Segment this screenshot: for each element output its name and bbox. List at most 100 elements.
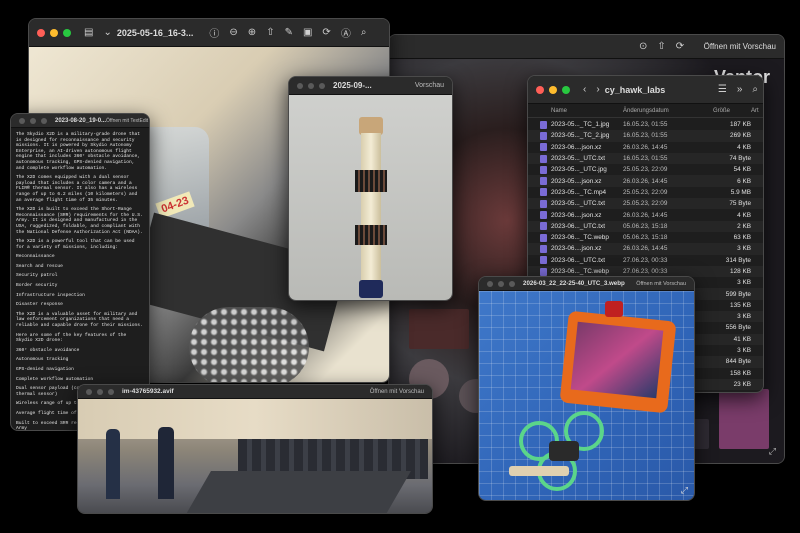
person (158, 427, 174, 499)
file-size: 135 KB (730, 301, 751, 309)
preview-window-event[interactable]: im-43765932.avif Öffnen mit Vorschau (77, 384, 433, 514)
zoom-button[interactable] (562, 85, 570, 94)
zoom-button[interactable] (509, 280, 515, 287)
preview-window-stick[interactable]: 2025-09-... Vorschau (288, 76, 453, 301)
crop-icon[interactable]: ▣ (303, 27, 312, 38)
rotate-icon[interactable]: ⟳ (322, 27, 330, 38)
zoom-button[interactable] (319, 82, 325, 89)
window-controls[interactable] (536, 85, 570, 94)
window-controls[interactable] (297, 82, 325, 89)
file-name: 2023-05..._TC_2.jpg (551, 132, 610, 140)
share-icon[interactable]: ⇧ (266, 27, 274, 38)
chevron-down-icon[interactable]: ⌄ (103, 27, 111, 38)
close-button[interactable] (37, 28, 45, 37)
more-icon[interactable]: » (737, 84, 743, 95)
rotate-icon[interactable]: ⟳ (676, 41, 684, 52)
minimize-button[interactable] (549, 85, 557, 94)
titlebar[interactable]: ‹ › cy_hawk_labs ☰ » ⌕ (528, 76, 763, 104)
file-row[interactable]: 2023-06....json.xz 26.03.26, 14:45 4 KB (528, 209, 763, 220)
file-name: 2023-05....json.xz (551, 177, 602, 185)
open-with-button[interactable]: Öffnen mit Vorschau (370, 389, 424, 395)
file-icon (540, 188, 547, 197)
zoom-button[interactable] (63, 28, 71, 37)
titlebar[interactable]: ▤ ⌄ 2025-05-16_16-3... ⓘ ⊖ ⊕ ⇧ ✎ ▣ ⟳ Ⓐ ⌕ (29, 19, 389, 47)
close-button[interactable] (487, 280, 493, 287)
markup-icon[interactable]: Ⓐ (341, 25, 351, 40)
open-with-button[interactable]: Öffnen mit Vorschau (704, 42, 776, 51)
preview-window-drone[interactable]: 2026-03_22_22-25-40_UTC_3.webp Öffnen mi… (478, 276, 695, 501)
file-icon (540, 233, 547, 242)
markup-pen-icon[interactable]: ✎ (285, 27, 293, 38)
file-row[interactable]: 2023-05..._UTC.jpg 25.05.23, 22:09 54 KB (528, 164, 763, 175)
search-icon[interactable]: ⌕ (361, 27, 367, 38)
titlebar[interactable]: im-43765932.avif Öffnen mit Vorschau (78, 385, 432, 399)
file-row[interactable]: 2023-05..._UTC.txt 16.05.23, 01:55 74 Byte (528, 152, 763, 165)
zoom-button[interactable] (41, 117, 47, 124)
titlebar[interactable]: 2025-09-... Vorschau (289, 77, 452, 95)
column-name[interactable]: Name (528, 108, 623, 114)
file-date: 27.06.23, 00:33 (623, 256, 668, 264)
zoom-in-icon[interactable]: ⊕ (248, 27, 256, 38)
window-controls[interactable] (37, 28, 71, 37)
titlebar[interactable]: 2026-03_22_22-25-40_UTC_3.webp Öffnen mi… (479, 277, 694, 291)
text-paragraph: Here are some of the key features of the… (16, 332, 130, 344)
file-row[interactable]: 2023-05..._TC.mp4 25.05.23, 22:09 5.9 MB (528, 187, 763, 198)
minimize-button[interactable] (308, 82, 314, 89)
info-icon[interactable]: ⓘ (209, 25, 219, 40)
steel-balls (189, 307, 309, 382)
window-controls[interactable] (487, 280, 515, 287)
window-title: 2025-09-... (333, 81, 372, 90)
file-row[interactable]: 2023-06..._UTC.txt 05.06.23, 15:18 2 KB (528, 220, 763, 232)
column-header[interactable]: Name Änderungsdatum Größe Art (528, 104, 763, 118)
window-title: 2026-03_22_22-25-40_UTC_3.webp (523, 280, 625, 287)
column-kind[interactable]: Art (751, 108, 759, 114)
minimize-button[interactable] (97, 388, 103, 395)
file-row[interactable]: 2023-06..._UTC.txt 27.06.23, 00:33 314 Byt… (528, 255, 763, 266)
file-date: 16.05.23, 01:55 (623, 132, 668, 140)
drone-wing (185, 471, 411, 513)
titlebar[interactable]: ⊙ ⇧ ⟳ Öffnen mit Vorschau (389, 35, 784, 59)
app-label[interactable]: Vorschau (415, 82, 444, 89)
titlebar[interactable]: 2023-08-20_19-0... Öffnen mit TextEdit (11, 114, 149, 128)
text-paragraph: The X2D comes equipped with a dual senso… (16, 175, 141, 203)
column-date[interactable]: Änderungsdatum (623, 108, 705, 114)
window-controls[interactable] (86, 388, 114, 395)
open-with-button[interactable]: Öffnen mit Vorschau (636, 281, 686, 287)
text-paragraph: The X2D is a powerful tool that can be u… (16, 239, 138, 250)
window-controls[interactable] (19, 117, 47, 124)
forward-icon[interactable]: › (596, 84, 599, 95)
fullscreen-icon[interactable]: ⤢ (681, 485, 688, 496)
close-button[interactable] (297, 82, 303, 89)
building-roof (719, 389, 769, 449)
file-name: 2023-05..._TC.mp4 (551, 188, 607, 196)
file-size: 4 KB (737, 143, 751, 151)
close-button[interactable] (86, 388, 92, 395)
list-view-icon[interactable]: ☰ (718, 84, 727, 95)
minimize-button[interactable] (50, 28, 58, 37)
fullscreen-icon[interactable]: ⤢ (769, 446, 776, 457)
search-icon[interactable]: ⌕ (752, 84, 758, 95)
column-size[interactable]: Größe (705, 108, 751, 114)
antenna (605, 301, 623, 317)
back-icon[interactable]: ‹ (583, 84, 586, 95)
file-row[interactable]: 2023-05....json.xz 26.03.26, 14:45 6 KB (528, 175, 763, 187)
minimize-button[interactable] (498, 280, 504, 287)
close-button[interactable] (19, 117, 25, 124)
file-size: 269 KB (730, 132, 751, 140)
minimize-button[interactable] (30, 117, 36, 124)
close-button[interactable] (536, 85, 544, 94)
share-icon[interactable]: ⇧ (657, 41, 665, 52)
file-icon (540, 199, 547, 208)
sidebar-icon[interactable]: ▤ (84, 27, 93, 38)
file-row[interactable]: 2023-06....json.xz 26.03.26, 14:45 3 KB (528, 243, 763, 255)
open-with-button[interactable]: Öffnen mit TextEdit (106, 118, 148, 124)
zoom-out-icon[interactable]: ⊖ (229, 27, 237, 38)
file-row[interactable]: 2023-05..._TC_1.jpg 16.05.23, 01:55 187 KB (528, 119, 763, 130)
file-row[interactable]: 2023-06..._TC.webp 05.06.23, 15:18 63 KB (528, 232, 763, 243)
person (106, 429, 120, 499)
markup-icon[interactable]: ⊙ (639, 41, 647, 52)
file-row[interactable]: 2023-06....json.xz 26.03.26, 14:45 4 KB (528, 142, 763, 153)
zoom-button[interactable] (108, 388, 114, 395)
file-row[interactable]: 2023-05..._UTC.txt 25.05.23, 22:09 75 Byte (528, 198, 763, 210)
file-row[interactable]: 2023-05..._TC_2.jpg 16.05.23, 01:55 269 KB (528, 130, 763, 142)
